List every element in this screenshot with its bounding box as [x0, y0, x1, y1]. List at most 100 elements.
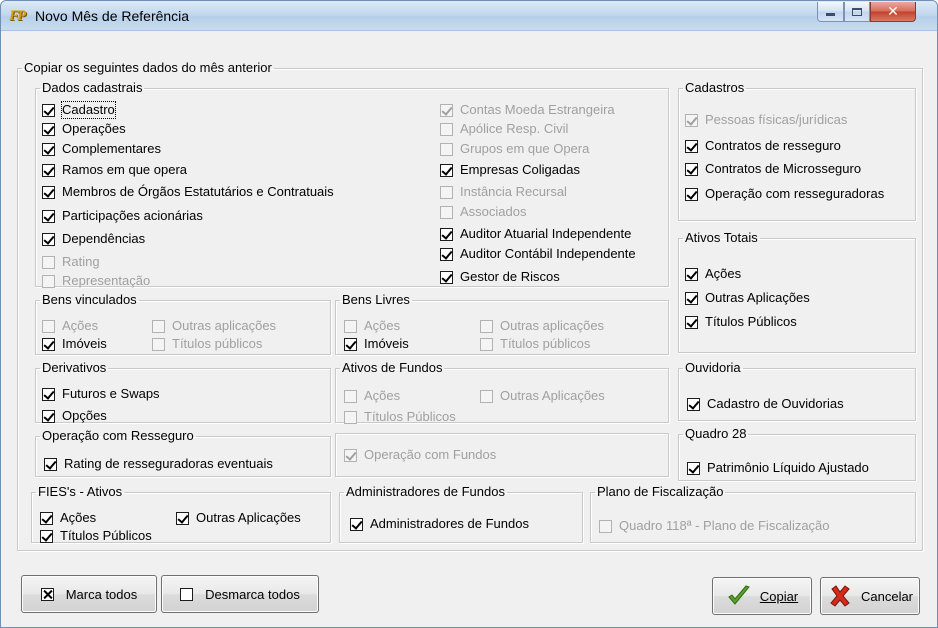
checkbox-checked-icon[interactable] [685, 187, 698, 201]
checkbox-checked-icon[interactable] [344, 337, 357, 351]
checkbox-empty-icon [152, 319, 165, 333]
checkbox-membros-de-orgaos-estatutarios-e-contratuais[interactable]: Membros de Órgãos Estatutários e Contrat… [42, 183, 334, 201]
checkbox-label: Representação [62, 273, 151, 288]
checkbox-label: Imóveis [364, 336, 409, 351]
maximize-button[interactable] [844, 2, 870, 22]
checkbox-checked-icon[interactable] [42, 185, 55, 199]
minimize-button[interactable] [817, 2, 844, 22]
checkbox-acoes[interactable]: Ações [40, 509, 96, 527]
checkbox-checked-icon[interactable] [685, 267, 698, 281]
app-logo-icon: FP [9, 8, 26, 24]
group-legend: Ativos Totais [685, 230, 758, 245]
checkbox-checked-icon[interactable] [40, 529, 53, 543]
checkbox-opcoes[interactable]: Opções [42, 407, 107, 425]
checkbox-auditor-contabil-independente[interactable]: Auditor Contábil Independente [440, 245, 636, 263]
group-legend: Administradores de Fundos [346, 484, 505, 499]
checkbox-complementares[interactable]: Complementares [42, 140, 161, 158]
group-ativos-totais: Ativos Totais Ações Outras Aplicações Títu… [678, 231, 916, 353]
checkbox-empty-icon [440, 185, 453, 199]
checkbox-empty-icon [480, 389, 493, 403]
checkbox-outras-aplicacoes: Outras Aplicações [480, 387, 605, 405]
checkbox-titulos-publicos[interactable]: Títulos Públicos [685, 313, 797, 331]
checkbox-checked-icon[interactable] [685, 291, 698, 305]
cancel-button[interactable]: Cancelar [820, 577, 920, 615]
checkbox-checked-icon[interactable] [40, 511, 53, 525]
checkbox-rating-de-resseguradoras-eventuais[interactable]: Rating de resseguradoras eventuais [44, 455, 273, 473]
checkbox-cadastro-de-ouvidorias[interactable]: Cadastro de Ouvidorias [687, 395, 844, 413]
checkbox-checked-icon[interactable] [685, 315, 698, 329]
checkbox-outras-aplicacoes: Outras aplicações [152, 317, 276, 335]
checkbox-checked-icon[interactable] [687, 461, 700, 475]
checkbox-checked-icon[interactable] [685, 162, 698, 176]
checkbox-checked-icon[interactable] [44, 457, 57, 471]
checkbox-operacoes[interactable]: Operações [42, 120, 126, 138]
title-bar[interactable]: FP Novo Mês de Referência ✕ [1, 1, 937, 31]
checkbox-checked-icon[interactable] [42, 163, 55, 177]
deselect-all-button[interactable]: Desmarca todos [161, 575, 319, 613]
checkbox-label: Títulos Públicos [60, 528, 152, 543]
minimize-icon [826, 13, 835, 16]
checkbox-label: Títulos Públicos [364, 409, 456, 424]
checkbox-checked-icon[interactable] [42, 337, 55, 351]
checkbox-checked-icon[interactable] [440, 227, 453, 241]
checkbox-checked-icon[interactable] [440, 163, 453, 177]
select-all-button[interactable]: Marca todos [21, 575, 157, 613]
group-admin-fundos: Administradores de Fundos Administradore… [339, 485, 583, 543]
checkbox-checked-icon[interactable] [440, 247, 453, 261]
checkbox-administradores-de-fundos[interactable]: Administradores de Fundos [350, 515, 529, 533]
checkbox-label: Ações [364, 388, 401, 403]
checkbox-empty-icon [344, 410, 357, 424]
checkbox-contratos-de-resseguro[interactable]: Contratos de resseguro [685, 137, 841, 155]
checkbox-label: Patrimônio Líquido Ajustado [707, 460, 869, 475]
checkbox-ramos-em-que-opera[interactable]: Ramos em que opera [42, 161, 187, 179]
checkbox-dependencias[interactable]: Dependências [42, 230, 145, 248]
checkbox-imoveis[interactable]: Imóveis [42, 335, 107, 353]
checkbox-label: Auditor Atuarial Independente [460, 226, 632, 241]
checkbox-label: Dependências [62, 231, 146, 246]
checkbox-label: Outras aplicações [500, 318, 605, 333]
checkbox-gestor-de-riscos[interactable]: Gestor de Riscos [440, 268, 560, 286]
cancel-label: Cancelar [860, 588, 914, 604]
checkbox-checked-icon[interactable] [350, 517, 363, 531]
checkbox-checked-icon[interactable] [440, 270, 453, 284]
checkbox-checked-icon[interactable] [42, 103, 55, 117]
checkbox-label: Ações [62, 318, 99, 333]
group-op-fundos: Operação com Fundos [335, 433, 669, 477]
checkbox-checked-icon[interactable] [42, 142, 55, 156]
checkbox-futuros-e-swaps[interactable]: Futuros e Swaps [42, 385, 160, 403]
group-fies: FIES's - Ativos Ações Outras Aplicações Tí… [31, 485, 331, 543]
copy-button[interactable]: Copiar [712, 577, 812, 615]
checkbox-auditor-atuarial-independente[interactable]: Auditor Atuarial Independente [440, 225, 631, 243]
checkbox-contratos-de-microsseguro[interactable]: Contratos de Microsseguro [685, 160, 861, 178]
checkbox-patrimonio-liquido-ajustado[interactable]: Patrimônio Líquido Ajustado [687, 459, 869, 477]
checkbox-checked-icon[interactable] [42, 232, 55, 246]
checkbox-titulos-publicos[interactable]: Títulos Públicos [40, 527, 152, 545]
checkbox-participacoes-acionarias[interactable]: Participações acionárias [42, 207, 203, 225]
checkbox-checked-icon [685, 113, 698, 127]
checkbox-checked-icon[interactable] [42, 209, 55, 223]
checkbox-checked-icon[interactable] [42, 122, 55, 136]
close-button[interactable]: ✕ [870, 2, 916, 22]
checkbox-checked-icon[interactable] [42, 409, 55, 423]
group-legend: Cadastros [685, 80, 745, 95]
checkbox-operacao-com-resseguradoras[interactable]: Operação com resseguradoras [685, 185, 884, 203]
checkbox-outras-aplicacoes[interactable]: Outras Aplicações [685, 289, 810, 307]
checkbox-checked-icon[interactable] [176, 511, 189, 525]
checkbox-imoveis[interactable]: Imóveis [344, 335, 409, 353]
checkbox-label: Outras Aplicações [705, 290, 810, 305]
checkbox-acoes[interactable]: Ações [685, 265, 741, 283]
checkbox-outras-aplicacoes[interactable]: Outras Aplicações [176, 509, 301, 527]
checkbox-checked-icon[interactable] [687, 397, 700, 411]
checkbox-cadastro[interactable]: Cadastro [42, 101, 116, 119]
checkbox-label: Cadastro [61, 101, 116, 119]
checkbox-checked-icon[interactable] [42, 387, 55, 401]
checkbox-checked-icon[interactable] [685, 139, 698, 153]
checkbox-label: Outras Aplicações [500, 388, 605, 403]
group-legend: Plano de Fiscalização [597, 484, 724, 499]
checkbox-titulos-publicos: Títulos públicos [480, 335, 590, 353]
checkbox-label: Ramos em que opera [62, 162, 188, 177]
group-derivativos: Derivativos Futuros e Swaps Opções [35, 361, 331, 423]
dialog-window: FP Novo Mês de Referência ✕ Copiar os se… [0, 0, 938, 628]
checkbox-associados: Associados [440, 203, 526, 221]
checkbox-empresas-coligadas[interactable]: Empresas Coligadas [440, 161, 580, 179]
